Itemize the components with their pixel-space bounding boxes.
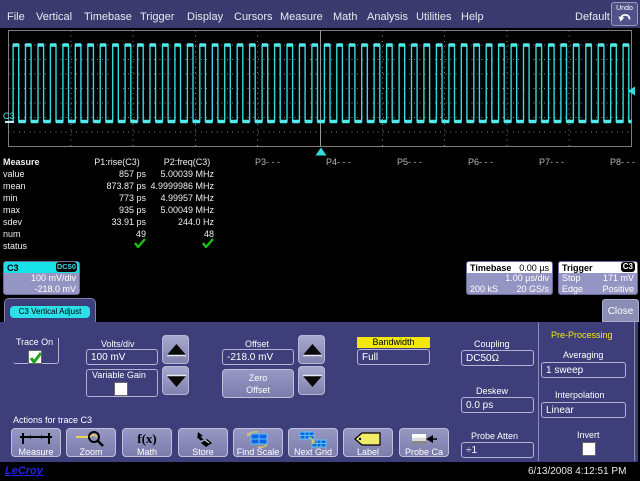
- svg-text:C3: C3: [3, 111, 15, 121]
